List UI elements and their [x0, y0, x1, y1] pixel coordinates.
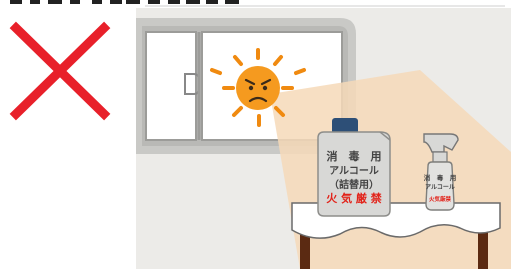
container-warning: 火 気 厳 禁: [326, 191, 382, 205]
table-leg-right: [478, 228, 488, 269]
alcohol-spray-bottle: 消 毒 用 アルコール 火気厳禁: [423, 133, 459, 211]
top-cut-heading: [0, 0, 511, 7]
spray-label-line2: アルコール: [425, 184, 455, 191]
container-label-line1: 消 毒 用: [327, 149, 382, 163]
spray-warning: 火気厳禁: [429, 195, 452, 203]
container-label-line2: アルコール: [329, 165, 379, 177]
illustration: 消 毒 用 アルコール （詰替用） 火 気 厳 禁 消 毒 用 アルコール 火気…: [0, 0, 511, 269]
spray-label-line1: 消 毒 用: [424, 173, 457, 182]
container-label-line3: （詰替用）: [329, 178, 379, 191]
x-mark-icon: [9, 21, 111, 121]
window-pane-left: [145, 31, 197, 141]
alcohol-refill-container: 消 毒 用 アルコール （詰替用） 火 気 厳 禁: [317, 118, 391, 217]
